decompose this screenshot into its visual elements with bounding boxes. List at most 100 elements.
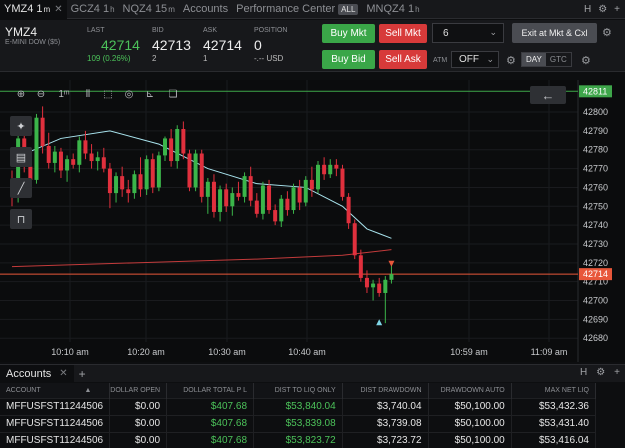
column-header-dist-drawdown[interactable]: DIST DRAWDOWN	[342, 383, 429, 398]
tabbar-controls: H ⚙ +	[584, 0, 625, 19]
buy-bid-button[interactable]: Buy Bid	[322, 50, 375, 69]
cell-max-net-liq: $53,416.04	[511, 431, 597, 448]
candle-body	[126, 189, 131, 194]
scroll-back-button[interactable]: ←	[530, 86, 566, 104]
zoom-out-icon[interactable]: ⊖	[33, 87, 49, 101]
indicator-icon[interactable]: ◎	[121, 87, 137, 101]
crosshair-icon[interactable]: ✦	[10, 116, 32, 136]
draw-tools-icon[interactable]: ⊾	[142, 87, 158, 101]
column-header-total-pl[interactable]: DOLLAR TOTAL P L	[166, 383, 255, 398]
candle-body	[364, 277, 369, 288]
price-tick-label: 42800	[583, 107, 608, 117]
chart-type-icon[interactable]: ⫴	[80, 87, 96, 101]
candle-body	[383, 279, 388, 293]
tab-accounts[interactable]: Accounts	[179, 0, 232, 19]
candle-body	[242, 176, 247, 197]
tab-nqz4-15m[interactable]: NQZ4 15 m	[119, 0, 179, 19]
close-icon[interactable]: ✕	[54, 4, 62, 15]
chevron-down-icon: ⌄	[486, 54, 494, 64]
h-icon[interactable]: H	[580, 367, 587, 378]
gear-icon[interactable]: ⚙	[581, 54, 591, 67]
sell-ask-button[interactable]: Sell Ask	[379, 50, 427, 69]
buy-mkt-button[interactable]: Buy Mkt	[322, 24, 375, 43]
tab-performance[interactable]: Performance Center ALL	[232, 0, 362, 19]
candle-body	[352, 223, 357, 256]
sell-mkt-button[interactable]: Sell Mkt	[379, 24, 427, 43]
gear-icon[interactable]: ⚙	[596, 367, 605, 378]
column-header-max-net-liq[interactable]: MAX NET LIQ	[511, 383, 597, 398]
candle-body	[328, 164, 333, 175]
zoom-in-icon[interactable]: ⊕	[13, 87, 29, 101]
cell-max-net-liq: $53,431.40	[511, 414, 597, 432]
column-header-drawdown-auto[interactable]: DRAWDOWN AUTO	[428, 383, 512, 398]
gear-icon[interactable]: ⚙	[506, 54, 516, 67]
candle-body	[138, 174, 143, 190]
candle-body	[58, 151, 63, 171]
time-tick-label: 10:30 am	[208, 347, 246, 357]
interval-icon[interactable]: 1ᵐ	[56, 87, 72, 101]
price-tick-label: 42740	[583, 220, 608, 230]
price-tick-label: 42760	[583, 182, 608, 192]
change-value: 109 (0.26%)	[87, 54, 131, 63]
candle-body	[291, 187, 296, 211]
exit-at-mkt-button[interactable]: Exit at Mkt & Cxl	[512, 23, 597, 43]
gear-icon[interactable]: ⚙	[602, 26, 612, 39]
table-row[interactable]: MFFUSFST11244506 $0.00 $407.68 $53,839.0…	[0, 414, 597, 432]
candle-body	[193, 153, 198, 188]
day-option[interactable]: DAY	[522, 53, 546, 66]
symbol-name[interactable]: YMZ4	[5, 25, 37, 39]
column-header-dollar-open[interactable]: DOLLAR OPEN	[109, 383, 168, 398]
table-row[interactable]: MFFUSFST11244506 $0.00 $407.68 $53,840.0…	[0, 397, 597, 415]
bid-price: 42713	[152, 37, 191, 53]
last-price: 42714	[101, 37, 140, 53]
close-icon[interactable]: ✕	[59, 368, 67, 379]
add-tab-icon[interactable]: +	[614, 4, 620, 15]
pencil-icon[interactable]: ╱	[10, 178, 32, 198]
tab-accounts-panel[interactable]: Accounts ✕	[0, 364, 74, 383]
lock-icon[interactable]: ⊓	[10, 209, 32, 229]
candle-body	[279, 198, 284, 222]
candle-body	[150, 159, 155, 188]
crosshair-select-icon[interactable]: ⬚	[100, 87, 116, 101]
template-icon[interactable]: ❏	[165, 87, 181, 101]
price-chart[interactable]: 42680 42690 42700 42710 42720 42730 42740 42750…	[0, 80, 625, 362]
position-usd: -.-- USD	[254, 54, 284, 63]
cell-account: MFFUSFST11244506	[0, 414, 111, 432]
candle-body	[285, 198, 290, 211]
last-label: LAST	[87, 27, 105, 34]
price-tick-label: 42720	[583, 258, 608, 268]
accounts-table: ACCOUNT ▲ DOLLAR OPEN DOLLAR TOTAL P L D…	[0, 383, 597, 448]
table-header-row: ACCOUNT ▲ DOLLAR OPEN DOLLAR TOTAL P L D…	[0, 383, 597, 398]
tab-gcz4[interactable]: GCZ4 1h	[67, 0, 119, 19]
tab-bar: YMZ4 1m ✕ GCZ4 1h NQZ4 15 m Accounts Perf…	[0, 0, 625, 19]
candle-body	[77, 140, 82, 165]
column-header-dist-liq[interactable]: DIST TO LIQ ONLY	[253, 383, 343, 398]
ask-price: 42714	[203, 37, 242, 53]
candle-body	[101, 157, 106, 169]
price-tick-label: 42700	[583, 296, 608, 306]
price-tick-label: 42780	[583, 145, 608, 155]
candle-body	[309, 179, 314, 190]
sma-line	[11, 249, 392, 268]
tab-mnqz4[interactable]: MNQZ4 1h	[362, 0, 423, 19]
chart-canvas[interactable]: 4268042690427004271042720427304274042750…	[0, 80, 625, 362]
sort-up-icon[interactable]: ▲	[84, 387, 91, 394]
bid-size: 2	[152, 54, 157, 63]
quantity-select[interactable]: 6 ⌄	[432, 23, 504, 43]
table-row[interactable]: MFFUSFST11244506 $0.00 $407.68 $53,823.7…	[0, 431, 597, 448]
gear-icon[interactable]: ⚙	[598, 4, 607, 15]
add-panel-icon[interactable]: +	[79, 367, 86, 381]
add-icon[interactable]: +	[614, 367, 620, 378]
gtc-option[interactable]: GTC	[546, 53, 571, 66]
atm-value: OFF	[459, 54, 479, 65]
atm-select[interactable]: OFF ⌄	[451, 51, 499, 68]
candle-body	[267, 185, 272, 211]
position-label: POSITION	[254, 27, 288, 34]
notes-icon[interactable]: ▤	[10, 147, 32, 167]
tab-interval: m	[43, 4, 51, 14]
position-value: 0	[254, 37, 262, 53]
tab-ymz4[interactable]: YMZ4 1m ✕	[0, 0, 67, 19]
tab-label: Performance Center	[236, 3, 336, 15]
h-icon[interactable]: H	[584, 4, 591, 15]
column-header-account[interactable]: ACCOUNT ▲	[0, 383, 111, 398]
